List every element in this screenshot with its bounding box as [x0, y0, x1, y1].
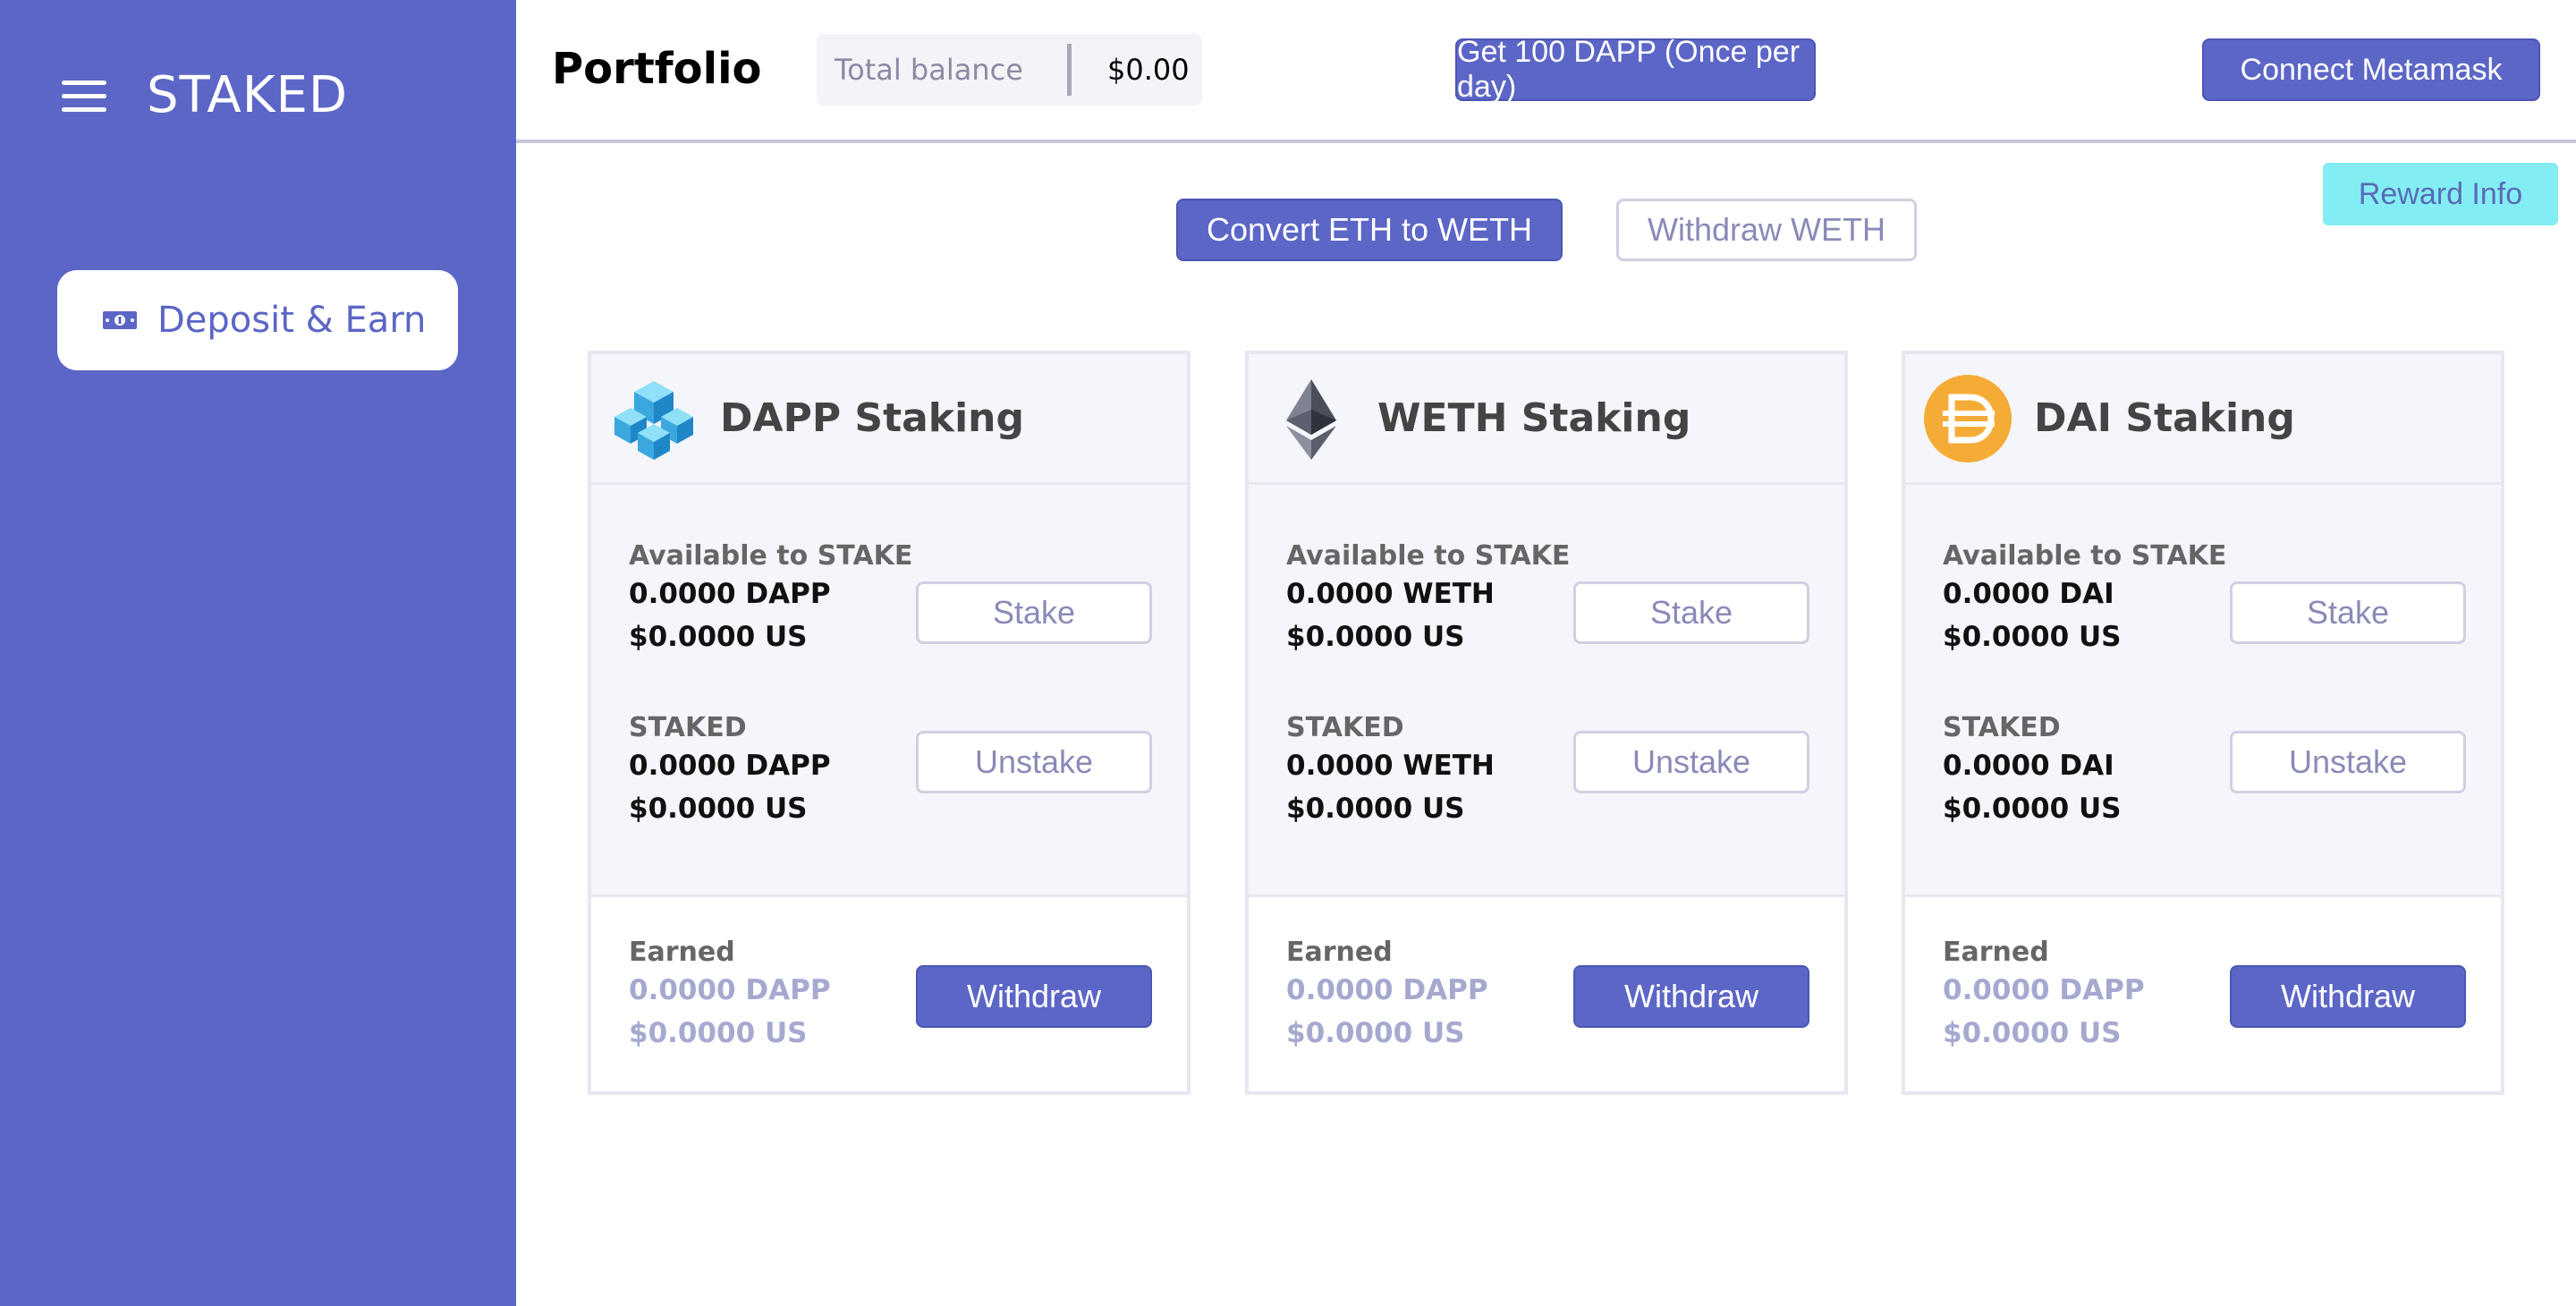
withdraw-button[interactable]: Withdraw — [1573, 965, 1809, 1028]
top-header: Portfolio Total balance $0.00 Get 100 DA… — [516, 0, 2576, 143]
get-dapp-faucet-button[interactable]: Get 100 DAPP (Once per day) — [1455, 35, 1816, 104]
card-title: DAPP Staking — [720, 395, 1024, 441]
card-title: WETH Staking — [1377, 395, 1691, 441]
unstake-button[interactable]: Unstake — [916, 731, 1152, 793]
card-balances: Available to STAKE 0.0000 WETH $0.0000 U… — [1249, 485, 1844, 897]
ethereum-icon — [1267, 374, 1356, 463]
earned-label: Earned — [1286, 937, 1393, 968]
dai-coin-icon — [1923, 374, 2012, 463]
available-amount: 0.0000 DAI — [1943, 578, 2114, 610]
money-bill-icon — [102, 309, 138, 332]
connect-metamask-button[interactable]: Connect Metamask — [2202, 38, 2540, 101]
available-usd: $0.0000 US — [1286, 621, 1465, 653]
card-earned: Earned 0.0000 DAPP $0.0000 US Withdraw — [591, 897, 1187, 1093]
available-amount: 0.0000 DAPP — [629, 578, 831, 610]
earned-amount: 0.0000 DAPP — [1286, 974, 1488, 1006]
total-balance-label: Total balance — [835, 53, 1023, 87]
card-balances: Available to STAKE 0.0000 DAPP $0.0000 U… — [591, 485, 1187, 897]
available-label: Available to STAKE — [629, 540, 913, 572]
nav-deposit-earn-label: Deposit & Earn — [157, 300, 427, 341]
earned-label: Earned — [629, 937, 735, 968]
earned-usd: $0.0000 US — [1286, 1017, 1465, 1049]
hamburger-menu-icon[interactable] — [62, 81, 106, 113]
unstake-button[interactable]: Unstake — [1573, 731, 1809, 793]
card-title: DAI Staking — [2034, 395, 2295, 441]
dapp-staking-card: DAPP Staking Available to STAKE 0.0000 D… — [588, 351, 1191, 1095]
page-title: Portfolio — [552, 44, 762, 94]
nav-deposit-earn-button[interactable]: Deposit & Earn — [57, 270, 458, 370]
card-header: WETH Staking — [1249, 354, 1844, 485]
earned-usd: $0.0000 US — [629, 1017, 808, 1049]
staked-label: STAKED — [1943, 712, 2061, 743]
total-balance-value: $0.00 — [1107, 53, 1190, 87]
withdraw-button[interactable]: Withdraw — [2230, 965, 2466, 1028]
withdraw-weth-button[interactable]: Withdraw WETH — [1616, 199, 1917, 261]
brand-title: STAKED — [147, 66, 348, 124]
dapp-cube-icon — [609, 374, 699, 463]
staked-amount: 0.0000 WETH — [1286, 750, 1495, 782]
card-balances: Available to STAKE 0.0000 DAI $0.0000 US… — [1905, 485, 2501, 897]
available-label: Available to STAKE — [1943, 540, 2227, 572]
available-usd: $0.0000 US — [1943, 621, 2122, 653]
weth-staking-card: WETH Staking Available to STAKE 0.0000 W… — [1245, 351, 1848, 1095]
staked-amount: 0.0000 DAPP — [629, 750, 831, 782]
convert-eth-to-weth-button[interactable]: Convert ETH to WETH — [1176, 199, 1563, 261]
staked-usd: $0.0000 US — [1943, 793, 2122, 825]
total-balance-box: Total balance $0.00 — [817, 34, 1202, 106]
unstake-button[interactable]: Unstake — [2230, 731, 2466, 793]
card-earned: Earned 0.0000 DAPP $0.0000 US Withdraw — [1905, 897, 2501, 1093]
staked-label: STAKED — [1286, 712, 1404, 743]
dai-staking-card: DAI Staking Available to STAKE 0.0000 DA… — [1902, 351, 2504, 1095]
balance-divider — [1067, 44, 1072, 96]
staked-usd: $0.0000 US — [629, 793, 808, 825]
earned-usd: $0.0000 US — [1943, 1017, 2122, 1049]
available-usd: $0.0000 US — [629, 621, 808, 653]
stake-button[interactable]: Stake — [916, 581, 1152, 644]
withdraw-button[interactable]: Withdraw — [916, 965, 1152, 1028]
available-label: Available to STAKE — [1286, 540, 1571, 572]
card-earned: Earned 0.0000 DAPP $0.0000 US Withdraw — [1249, 897, 1844, 1093]
available-amount: 0.0000 WETH — [1286, 578, 1495, 610]
sidebar: STAKED Deposit & Earn — [0, 0, 516, 1306]
stake-button[interactable]: Stake — [2230, 581, 2466, 644]
card-header: DAI Staking — [1905, 354, 2501, 485]
reward-info-button[interactable]: Reward Info — [2323, 163, 2558, 225]
staked-amount: 0.0000 DAI — [1943, 750, 2114, 782]
staked-usd: $0.0000 US — [1286, 793, 1465, 825]
stake-button[interactable]: Stake — [1573, 581, 1809, 644]
earned-amount: 0.0000 DAPP — [1943, 974, 2145, 1006]
earned-amount: 0.0000 DAPP — [629, 974, 831, 1006]
earned-label: Earned — [1943, 937, 2049, 968]
staked-label: STAKED — [629, 712, 747, 743]
card-header: DAPP Staking — [591, 354, 1187, 485]
